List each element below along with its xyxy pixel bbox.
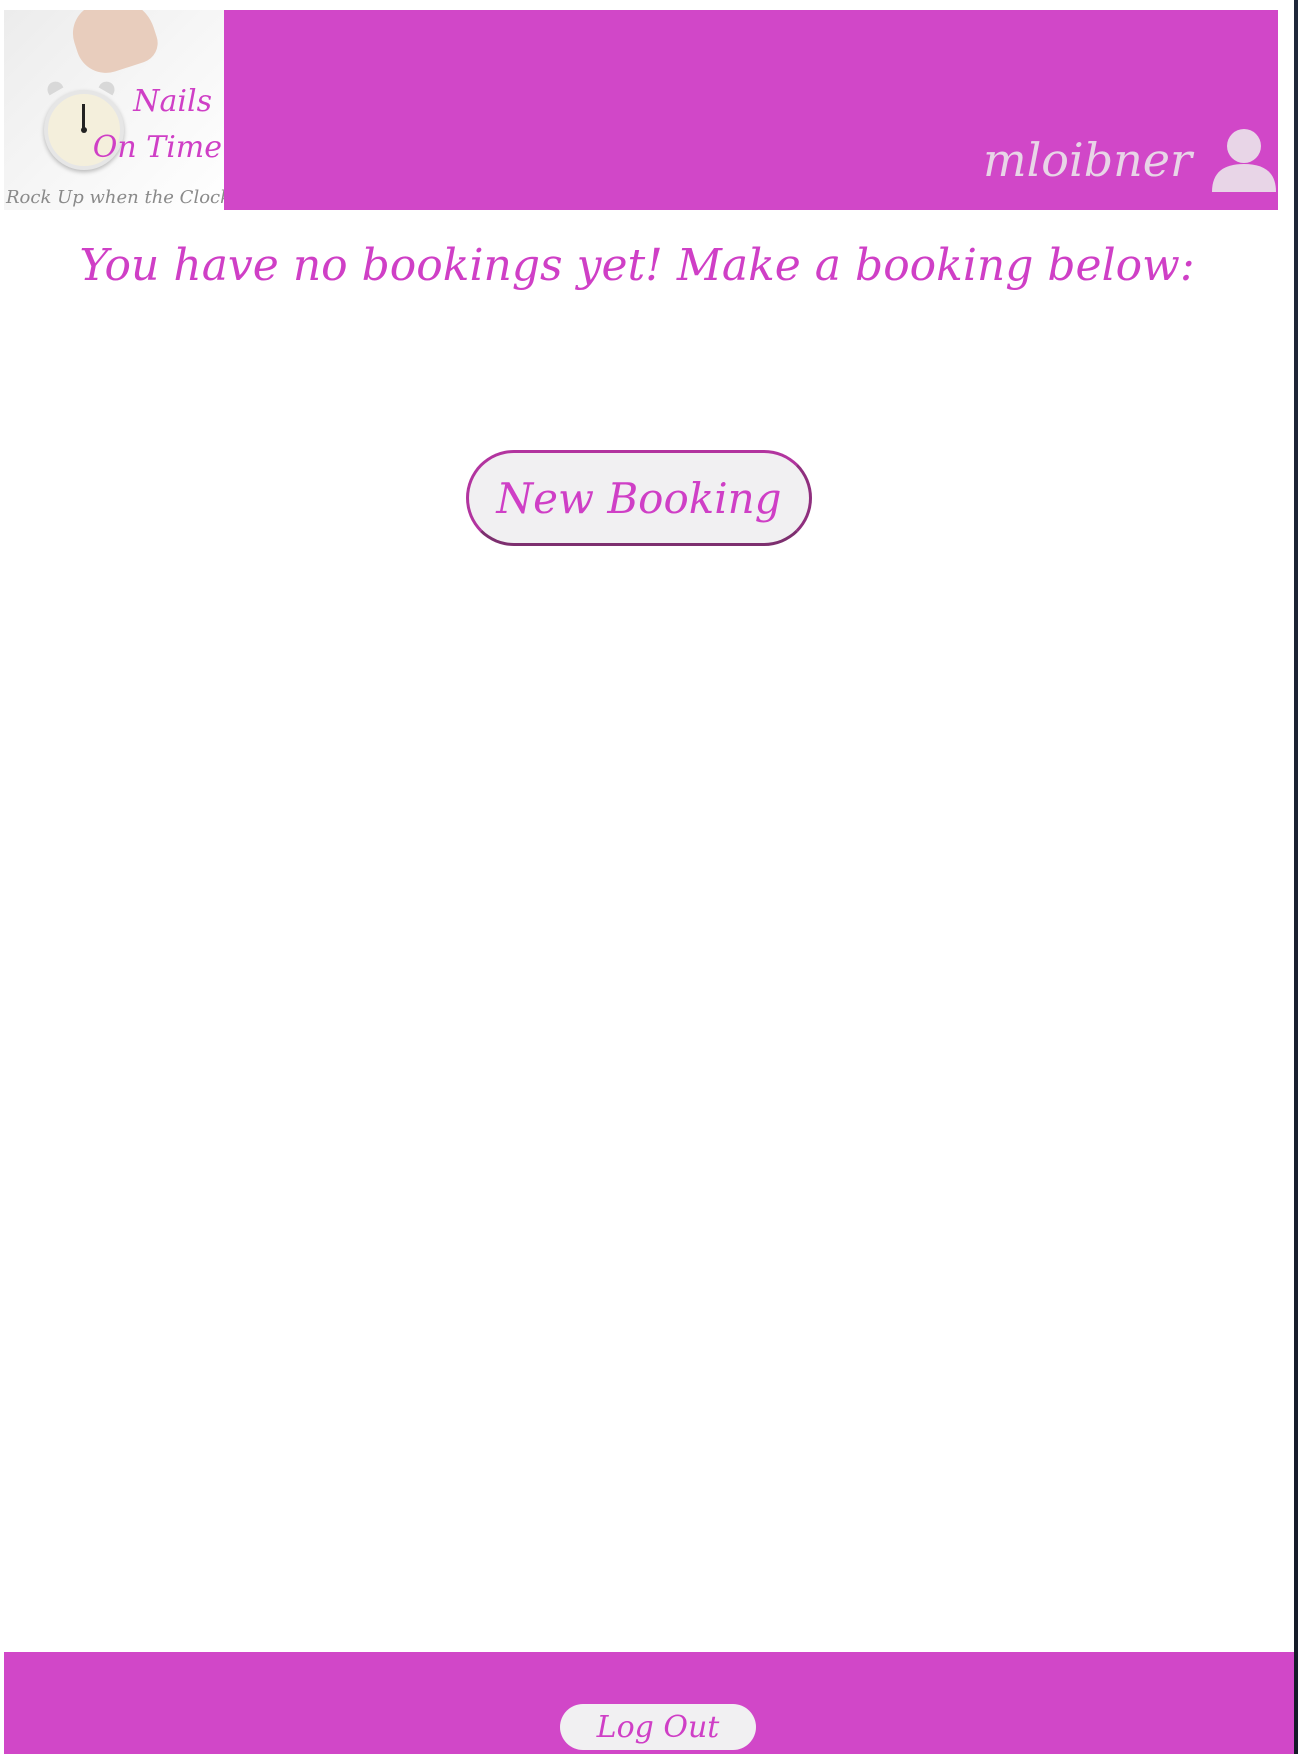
header-bar: Nails On Time Rock Up when the Clock Up … xyxy=(4,10,1278,210)
username[interactable]: mloibner xyxy=(983,133,1192,187)
hand-graphic xyxy=(65,10,163,81)
user-icon[interactable] xyxy=(1210,126,1278,194)
clock-bell-right xyxy=(98,78,118,96)
clock-bell-left xyxy=(44,78,64,96)
logo-tagline: Rock Up when the Clock Up xyxy=(6,187,224,208)
logo-brand-line2: On Time xyxy=(92,130,222,165)
new-booking-button[interactable]: New Booking xyxy=(466,450,812,546)
window-edge xyxy=(1294,0,1298,1754)
user-menu[interactable]: mloibner xyxy=(983,120,1278,200)
page: Nails On Time Rock Up when the Clock Up … xyxy=(0,0,1294,1754)
footer-bar: Log Out xyxy=(4,1652,1294,1754)
log-out-button[interactable]: Log Out xyxy=(560,1704,756,1750)
brand-logo[interactable]: Nails On Time Rock Up when the Clock Up xyxy=(4,10,224,210)
no-bookings-heading: You have no bookings yet! Make a booking… xyxy=(79,240,1195,291)
logo-brand-line1: Nails xyxy=(133,84,212,119)
